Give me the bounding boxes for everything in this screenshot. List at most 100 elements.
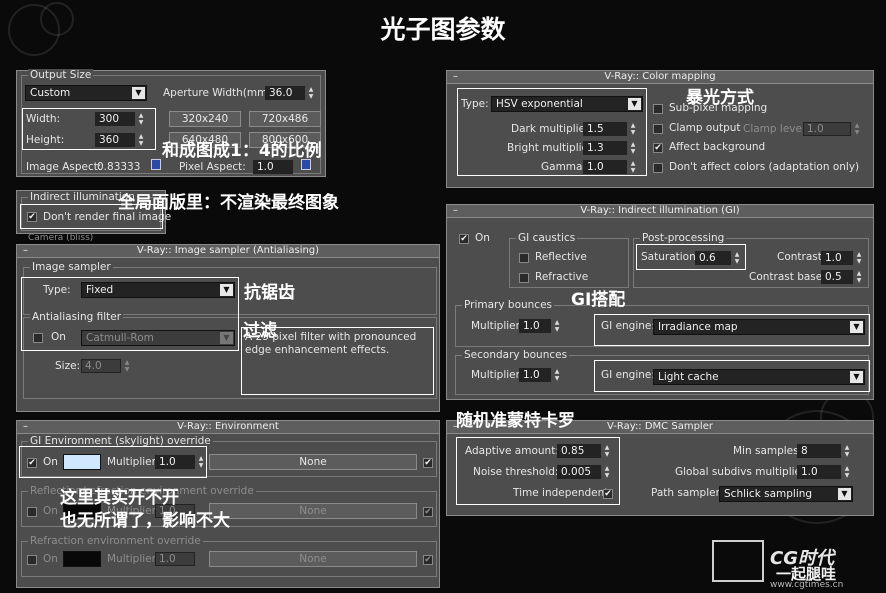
path-sampler-value: Schlick sampling xyxy=(724,488,813,500)
secondary-multiplier-field[interactable]: 1.0 xyxy=(519,368,551,382)
preset-button-320x240[interactable]: 320x240 xyxy=(169,111,241,127)
clamp-level-label: Clamp level: xyxy=(743,123,809,135)
lock-icon[interactable] xyxy=(151,159,161,170)
highlight-box xyxy=(594,314,870,346)
indirect-gi-header[interactable]: – V-Ray:: Indirect illumination (GI) xyxy=(447,205,873,218)
gi-caustics-title: GI caustics xyxy=(516,232,578,244)
dont-affect-label: Don't affect colors (adaptation only) xyxy=(669,161,860,173)
highlight-box xyxy=(636,244,746,270)
global-subdivs-field[interactable]: 1.0 xyxy=(797,465,841,479)
clamp-level-spinner[interactable]: ▲ ▼ xyxy=(853,122,861,136)
affect-bg-checkbox[interactable]: ✔ xyxy=(653,143,663,153)
gi-on-label: On xyxy=(475,232,490,244)
annotation-env-line2: 也无所谓了，影响不大 xyxy=(60,511,230,531)
image-sampler-header[interactable]: – V-Ray:: Image sampler (Antialiasing) xyxy=(17,245,439,258)
min-samples-spinner[interactable]: ▲ ▼ xyxy=(843,444,851,458)
global-subdivs-label: Global subdivs multiplier: xyxy=(675,466,809,478)
image-aspect-value: 0.83333 xyxy=(97,161,141,173)
pixel-aspect-label: Pixel Aspect: xyxy=(179,161,246,173)
environment-header-label: V-Ray:: Environment xyxy=(177,421,279,432)
collapse-icon[interactable]: – xyxy=(23,421,28,433)
refr-env-map-checkbox[interactable]: ✔ xyxy=(423,555,433,565)
image-aspect-label: Image Aspect: xyxy=(26,161,102,173)
primary-multiplier-field[interactable]: 1.0 xyxy=(519,319,551,333)
gi-env-map-button[interactable]: None xyxy=(209,454,417,470)
path-sampler-label: Path sampler: xyxy=(651,487,724,499)
size-field[interactable]: 4.0 xyxy=(81,359,121,373)
annotation-exposure: 暴光方式 xyxy=(686,88,754,108)
post-processing-title: Post-processing xyxy=(640,232,727,244)
primary-multiplier-label: Multiplier: xyxy=(471,320,524,332)
watermark-url: www.cgtimes.cn xyxy=(770,580,844,590)
gi-env-map-checkbox[interactable]: ✔ xyxy=(423,458,433,468)
annotation-gi: 全局面版里：不渲染最终图象 xyxy=(118,193,339,213)
aperture-spinner[interactable]: ▲ ▼ xyxy=(307,86,315,100)
annotation-env-line1: 这里其实开不开 xyxy=(60,488,179,508)
indirect-gi-header-label: V-Ray:: Indirect illumination (GI) xyxy=(580,205,740,216)
clamp-label: Clamp output xyxy=(669,122,741,134)
highlight-box xyxy=(22,108,156,150)
environment-header[interactable]: – V-Ray:: Environment xyxy=(17,421,439,434)
reflective-checkbox[interactable] xyxy=(519,253,529,263)
refr-env-multiplier-field[interactable]: 1.0 xyxy=(155,552,195,566)
refractive-label: Refractive xyxy=(535,271,589,283)
watermark-logo-box xyxy=(712,540,764,582)
size-label: Size: xyxy=(55,360,81,372)
subpixel-checkbox[interactable] xyxy=(653,104,663,114)
aperture-label: Aperture Width(mm): xyxy=(163,87,275,99)
output-preset-dropdown[interactable]: Custom ▼ xyxy=(25,85,147,101)
min-samples-label: Min samples: xyxy=(733,445,803,457)
size-spinner[interactable]: ▲ ▼ xyxy=(123,359,131,373)
highlight-box xyxy=(19,446,207,478)
partial-label: Camera (bliss) xyxy=(28,234,94,243)
annotation-aspect: 和成图成1：4的比例 xyxy=(162,141,322,161)
secondary-bounces-title: Secondary bounces xyxy=(462,349,570,361)
clamp-level-field[interactable]: 1.0 xyxy=(803,122,851,136)
contrast-field[interactable]: 1.0 xyxy=(821,251,853,265)
page-title: 光子图参数 xyxy=(380,15,506,44)
pixel-aspect-field[interactable]: 1.0 xyxy=(253,160,293,174)
global-subdivs-spinner[interactable]: ▲ ▼ xyxy=(843,465,851,479)
gi-on-checkbox[interactable]: ✔ xyxy=(459,234,469,244)
min-samples-field[interactable]: 8 xyxy=(797,444,841,458)
refr-env-map-button[interactable]: None xyxy=(209,551,417,567)
color-mapping-header[interactable]: – V-Ray:: Color mapping xyxy=(447,71,873,84)
collapse-icon[interactable]: – xyxy=(453,71,458,83)
output-size-title: Output Size xyxy=(28,69,94,81)
highlight-box xyxy=(456,437,620,505)
dont-affect-checkbox[interactable] xyxy=(653,163,663,173)
primary-multiplier-spinner[interactable]: ▲ ▼ xyxy=(553,319,561,333)
preset-button-720x486[interactable]: 720x486 xyxy=(249,111,321,127)
refr-env-on-label: On xyxy=(43,553,58,565)
chevron-down-icon: ▼ xyxy=(838,488,851,500)
contrast-spinner[interactable]: ▲ ▼ xyxy=(855,251,863,265)
reflective-label: Reflective xyxy=(535,251,587,263)
output-preset-value: Custom xyxy=(30,87,71,99)
annotation-gi-match: GI搭配 xyxy=(571,290,626,310)
contrast-base-spinner[interactable]: ▲ ▼ xyxy=(855,270,863,284)
chevron-down-icon: ▼ xyxy=(132,87,145,99)
refl-env-map-button[interactable]: None xyxy=(209,503,417,519)
collapse-icon[interactable]: – xyxy=(453,205,458,217)
refr-env-on-checkbox[interactable] xyxy=(27,555,37,565)
color-mapping-header-label: V-Ray:: Color mapping xyxy=(604,71,716,82)
refl-env-map-checkbox[interactable]: ✔ xyxy=(423,507,433,517)
annotation-antialias: 抗锯齿 xyxy=(244,283,295,303)
path-sampler-dropdown[interactable]: Schlick sampling ▼ xyxy=(719,486,853,502)
secondary-multiplier-spinner[interactable]: ▲ ▼ xyxy=(553,368,561,382)
contrast-base-field[interactable]: 0.5 xyxy=(821,270,853,284)
refr-env-color-swatch[interactable] xyxy=(63,551,101,567)
highlight-box xyxy=(594,360,870,392)
refr-env-title: Refraction environment override xyxy=(28,535,203,547)
collapse-icon[interactable]: – xyxy=(23,245,28,257)
image-sampler-title: Image sampler xyxy=(30,261,113,273)
affect-bg-label: Affect background xyxy=(669,141,766,153)
refractive-checkbox[interactable] xyxy=(519,273,529,283)
contrast-label: Contrast: xyxy=(777,251,826,263)
clamp-checkbox[interactable] xyxy=(653,124,663,134)
contrast-base-label: Contrast base: xyxy=(749,271,826,283)
aperture-field[interactable]: 36.0 xyxy=(265,86,305,100)
image-sampler-header-label: V-Ray:: Image sampler (Antialiasing) xyxy=(136,245,320,256)
refl-env-on-checkbox[interactable] xyxy=(27,507,37,517)
refr-env-multiplier-label: Multiplier: xyxy=(107,553,160,565)
